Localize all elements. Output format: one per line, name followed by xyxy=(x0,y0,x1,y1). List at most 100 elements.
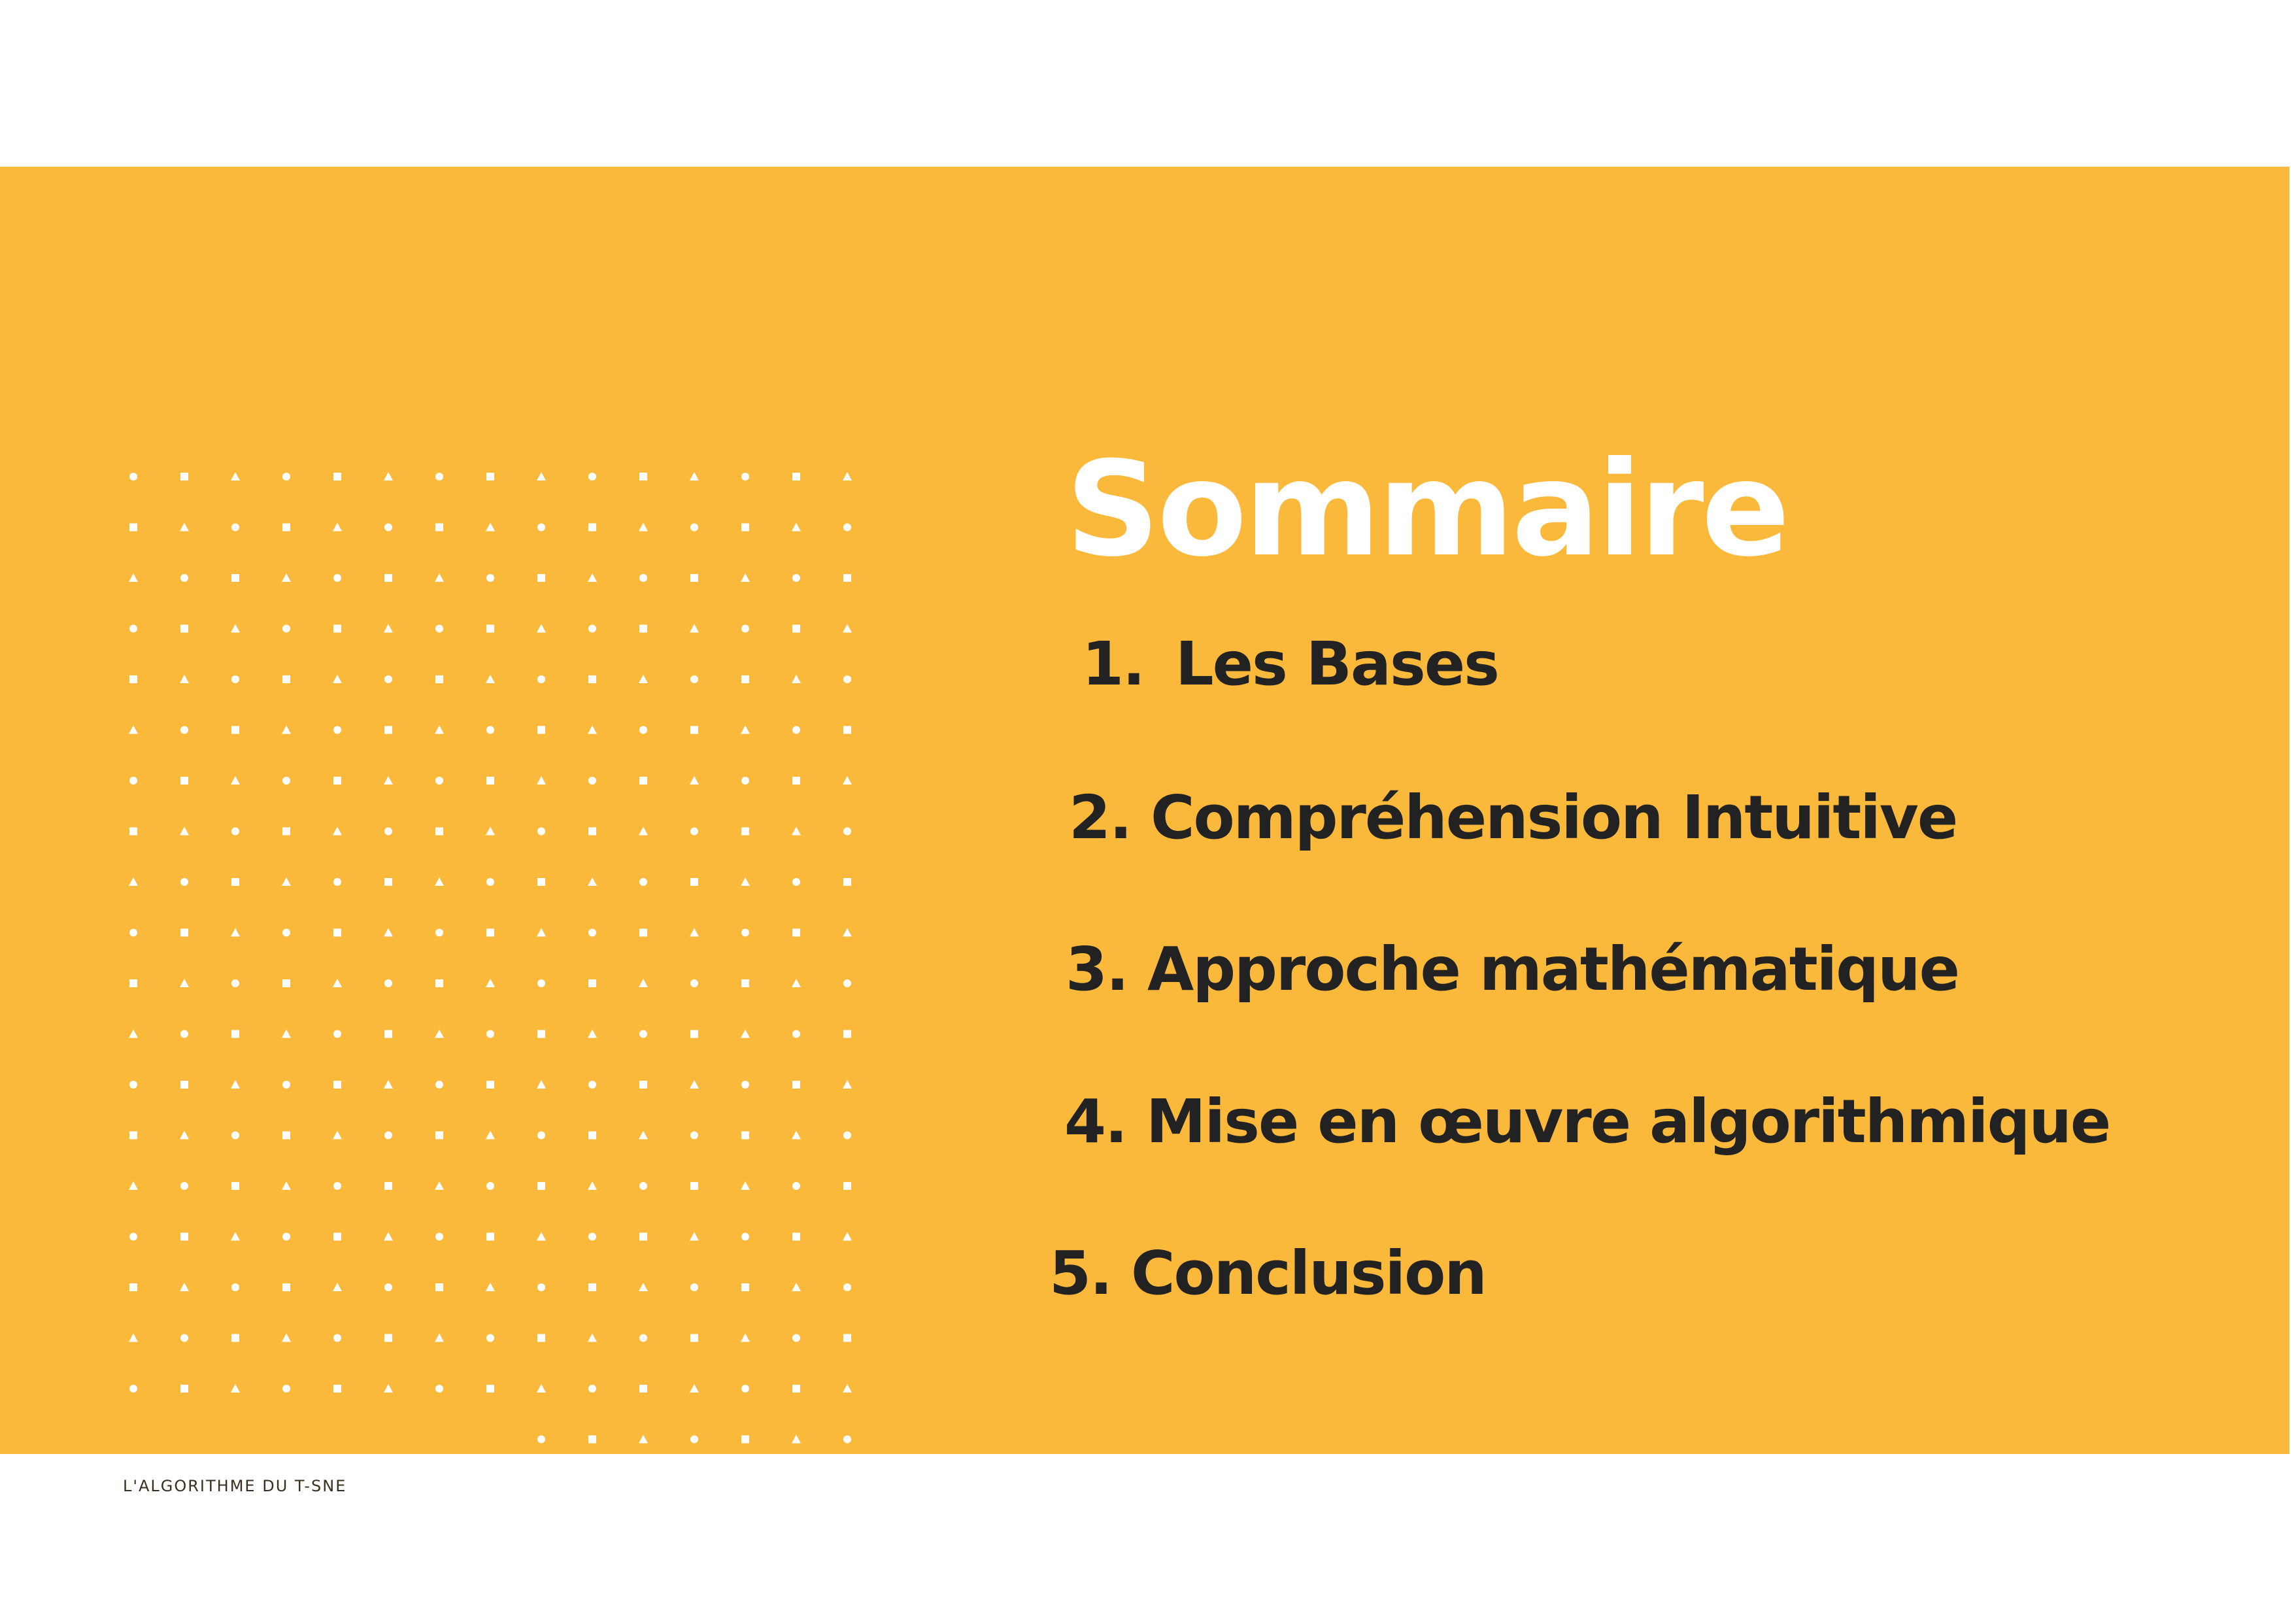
pattern-triangle xyxy=(129,573,138,582)
pattern-triangle xyxy=(537,624,546,633)
pattern-circle xyxy=(231,523,239,532)
pattern-square xyxy=(282,1131,290,1140)
pattern-triangle xyxy=(231,928,240,937)
pattern-circle xyxy=(231,979,239,987)
pattern-square xyxy=(486,1232,494,1241)
pattern-circle xyxy=(537,523,545,532)
pattern-triangle xyxy=(180,675,189,683)
pattern-square xyxy=(486,928,494,937)
pattern-triangle xyxy=(690,776,699,785)
pattern-circle xyxy=(843,523,851,532)
pattern-triangle xyxy=(435,1181,444,1190)
pattern-square xyxy=(792,473,800,481)
pattern-triangle xyxy=(588,1181,597,1190)
page-title: Sommaire xyxy=(1066,433,1790,586)
pattern-square xyxy=(639,1081,647,1089)
pattern-square xyxy=(792,1232,800,1241)
toc-item-5: 5. Conclusion xyxy=(1049,1243,1487,1304)
pattern-triangle xyxy=(639,1130,648,1140)
pattern-triangle xyxy=(435,877,444,886)
pattern-square xyxy=(843,574,851,582)
pattern-triangle xyxy=(843,1080,852,1089)
pattern-triangle xyxy=(792,522,801,532)
pattern-triangle xyxy=(741,1181,750,1190)
pattern-triangle xyxy=(282,877,291,886)
pattern-triangle xyxy=(537,472,546,481)
pattern-square xyxy=(741,675,749,683)
page: Sommaire 1. Les Bases 2. Compréhension I… xyxy=(0,0,2294,1624)
pattern-triangle xyxy=(333,522,342,532)
pattern-triangle xyxy=(333,979,342,987)
pattern-circle xyxy=(843,1435,851,1444)
pattern-circle xyxy=(792,878,800,886)
pattern-circle xyxy=(129,928,137,937)
pattern-triangle xyxy=(435,1029,444,1038)
pattern-circle xyxy=(690,675,698,683)
pattern-square xyxy=(588,1435,596,1444)
pattern-circle xyxy=(333,726,341,734)
pattern-circle xyxy=(282,777,290,785)
pattern-square xyxy=(639,624,647,633)
pattern-circle xyxy=(843,1283,851,1291)
pattern-triangle xyxy=(588,573,597,582)
pattern-triangle xyxy=(639,675,648,683)
pattern-triangle xyxy=(435,1333,444,1342)
pattern-circle xyxy=(384,979,392,987)
pattern-triangle xyxy=(384,1080,393,1089)
pattern-triangle xyxy=(333,675,342,683)
toc-item-label: Conclusion xyxy=(1131,1238,1487,1308)
pattern-triangle xyxy=(588,877,597,886)
pattern-circle xyxy=(486,574,494,582)
pattern-square xyxy=(435,1283,443,1291)
pattern-circle xyxy=(435,473,443,481)
pattern-circle xyxy=(588,928,596,937)
pattern-circle xyxy=(333,1334,341,1342)
pattern-circle xyxy=(231,675,239,683)
pattern-triangle xyxy=(180,826,189,836)
pattern-triangle xyxy=(282,1333,291,1342)
pattern-circle xyxy=(843,979,851,987)
slide: Sommaire 1. Les Bases 2. Compréhension I… xyxy=(0,167,2289,1495)
pattern-triangle xyxy=(486,1283,495,1291)
pattern-triangle xyxy=(588,725,597,734)
pattern-circle xyxy=(588,1081,596,1089)
pattern-triangle xyxy=(384,1232,393,1241)
pattern-circle xyxy=(129,777,137,785)
pattern-circle xyxy=(180,1030,188,1038)
pattern-square xyxy=(180,1232,188,1241)
pattern-circle xyxy=(537,827,545,836)
pattern-square xyxy=(435,675,443,683)
pattern-triangle xyxy=(843,776,852,785)
pattern-triangle xyxy=(384,928,393,937)
pattern-square xyxy=(282,523,290,532)
pattern-circle xyxy=(333,1182,341,1190)
pattern-triangle xyxy=(792,1283,801,1291)
pattern-circle xyxy=(537,675,545,683)
pattern-circle xyxy=(231,1283,239,1291)
pattern-triangle xyxy=(231,1384,240,1393)
pattern-square xyxy=(384,1030,392,1038)
pattern-square xyxy=(486,624,494,633)
pattern-square xyxy=(588,827,596,836)
pattern-circle xyxy=(384,1283,392,1291)
pattern-circle xyxy=(486,1030,494,1038)
pattern-triangle xyxy=(180,1283,189,1291)
pattern-square xyxy=(333,928,341,937)
pattern-square xyxy=(180,624,188,633)
pattern-square xyxy=(639,1232,647,1241)
pattern-circle xyxy=(486,1182,494,1190)
pattern-circle xyxy=(537,1435,545,1444)
pattern-triangle xyxy=(384,624,393,633)
pattern-triangle xyxy=(231,1232,240,1241)
pattern-circle xyxy=(792,574,800,582)
pattern-square xyxy=(690,574,698,582)
pattern-circle xyxy=(588,777,596,785)
pattern-circle xyxy=(129,1081,137,1089)
pattern-circle xyxy=(435,928,443,937)
pattern-triangle xyxy=(741,1029,750,1038)
pattern-triangle xyxy=(792,979,801,987)
pattern-square xyxy=(384,726,392,734)
pattern-triangle xyxy=(333,1283,342,1291)
pattern-triangle xyxy=(129,1181,138,1190)
footer-label: L'ALGORITHME DU T-SNE xyxy=(123,1477,347,1495)
